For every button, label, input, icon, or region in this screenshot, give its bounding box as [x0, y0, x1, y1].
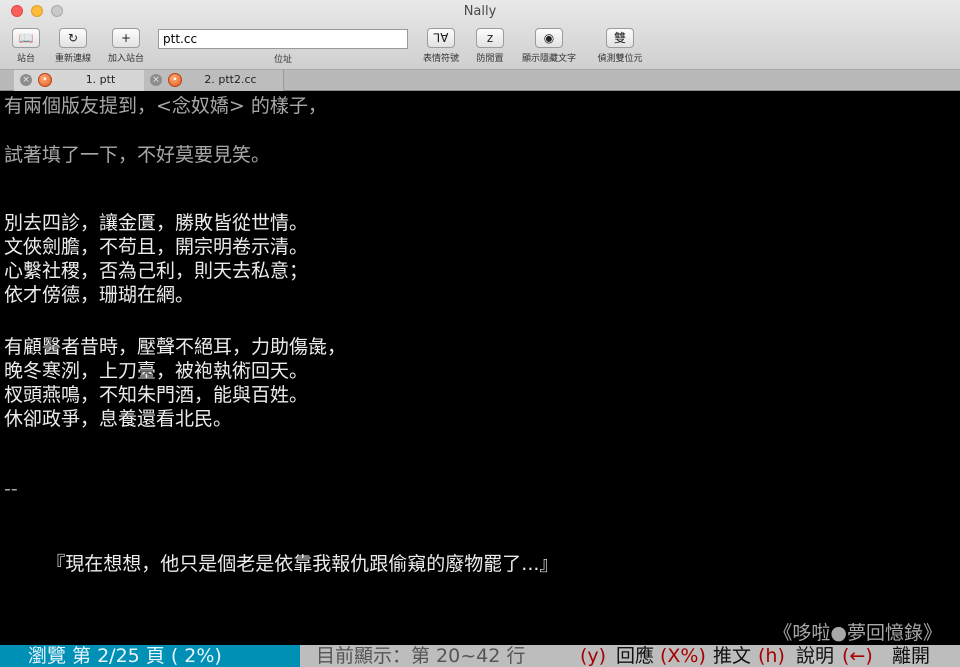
poem-line: 杈頭燕鳴，不知朱門酒，能與百姓。: [4, 384, 309, 406]
tab-label: 2. ptt2.cc: [204, 73, 257, 86]
reply-key[interactable]: (y): [580, 645, 606, 667]
help-key[interactable]: (h): [758, 645, 785, 667]
signature-title: 《哆啦●夢回憶錄》: [773, 622, 942, 644]
show-hidden-text-button[interactable]: ◉ 顯示隱藏文字: [516, 28, 582, 64]
detect-double-byte-button[interactable]: 雙 偵測雙位元: [592, 28, 648, 64]
connection-status-icon: •: [168, 73, 182, 87]
push-key[interactable]: (X%): [660, 645, 706, 667]
book-icon: 📖: [12, 28, 40, 48]
article-line: 試著填了一下，不好莫要見笑。: [4, 144, 271, 166]
close-tab-icon[interactable]: ×: [150, 74, 162, 86]
anti-idle-label: 防閒置: [476, 54, 504, 64]
article-line: 有兩個版友提到，<念奴嬌> 的樣子，: [4, 95, 327, 117]
reload-icon: ↻: [59, 28, 87, 48]
poem-line: 晚冬寒洌，上刀臺，被袍執術回天。: [4, 360, 309, 382]
tab-bar: × • 1. ptt × • 2. ptt2.cc: [0, 70, 960, 91]
signature-quote: 『現在想想，他只是個老是依靠我報仇跟偷窺的廢物罷了...』: [4, 553, 559, 575]
nally-window: Nally 📖 站台 ↻ 重新連線 + 加入站台 ptt.cc 位址 ⅂Ɐ 表情…: [0, 0, 960, 667]
show-hidden-text-label: 顯示隱藏文字: [521, 54, 576, 64]
anti-idle-icon: z: [476, 28, 504, 48]
poem-line: 依才傍德，珊瑚在網。: [4, 284, 195, 306]
poem-line: 心繫社稷，否為己利，則天去私意；: [4, 260, 309, 282]
double-byte-icon: 雙: [606, 28, 634, 48]
connection-status-icon: •: [38, 73, 52, 87]
status-bar: 瀏覽 第 2/25 頁 ( 2%) 目前顯示：第 20~42 行 (y) 回應 …: [0, 645, 960, 667]
reply-label[interactable]: 回應: [616, 645, 654, 667]
window-title: Nally: [463, 4, 497, 19]
terminal-screen[interactable]: 有兩個版友提到，<念奴嬌> 的樣子， 試著填了一下，不好莫要見笑。 別去四診，讓…: [0, 92, 960, 667]
eye-icon: ◉: [535, 28, 563, 48]
emoticon-icon: ⅂Ɐ: [427, 28, 455, 48]
poem-line: 有顧醫者昔時，壓聲不絕耳，力助傷彘，: [4, 336, 347, 358]
leave-key[interactable]: (←): [842, 645, 873, 667]
reconnect-label: 重新連線: [54, 54, 91, 64]
address-label: 位址: [273, 55, 292, 65]
emoticon-label: 表情符號: [422, 54, 459, 64]
anti-idle-button[interactable]: z 防閒置: [472, 28, 508, 64]
address-input[interactable]: ptt.cc: [158, 29, 408, 49]
tab-label: 1. ptt: [85, 73, 116, 86]
page-indicator: 瀏覽 第 2/25 頁 ( 2%): [0, 645, 300, 667]
sites-label: 站台: [16, 54, 35, 64]
reconnect-button[interactable]: ↻ 重新連線: [50, 28, 96, 64]
add-site-label: 加入站台: [107, 54, 144, 64]
tab-ptt[interactable]: × • 1. ptt: [14, 70, 154, 91]
poem-line: 別去四診，讓金匱，勝敗皆從世情。: [4, 212, 309, 234]
detect-double-byte-label: 偵測雙位元: [597, 54, 643, 64]
tab-ptt2[interactable]: × • 2. ptt2.cc: [144, 70, 284, 91]
add-site-button[interactable]: + 加入站台: [104, 28, 148, 64]
push-label[interactable]: 推文: [713, 645, 751, 667]
sites-button[interactable]: 📖 站台: [10, 28, 42, 64]
poem-line: 休卻政爭，息養還看北民。: [4, 408, 233, 430]
add-icon: +: [112, 28, 140, 48]
emoticon-button[interactable]: ⅂Ɐ 表情符號: [418, 28, 464, 64]
poem-line: 文俠劍膽，不苟且，開宗明卷示清。: [4, 236, 309, 258]
close-tab-icon[interactable]: ×: [20, 74, 32, 86]
toolbar: Nally 📖 站台 ↻ 重新連線 + 加入站台 ptt.cc 位址 ⅂Ɐ 表情…: [0, 0, 960, 70]
signature-separator: --: [4, 478, 18, 500]
line-range: 目前顯示：第 20~42 行: [316, 645, 526, 667]
leave-label[interactable]: 離開: [892, 645, 930, 667]
help-label[interactable]: 說明: [796, 645, 834, 667]
